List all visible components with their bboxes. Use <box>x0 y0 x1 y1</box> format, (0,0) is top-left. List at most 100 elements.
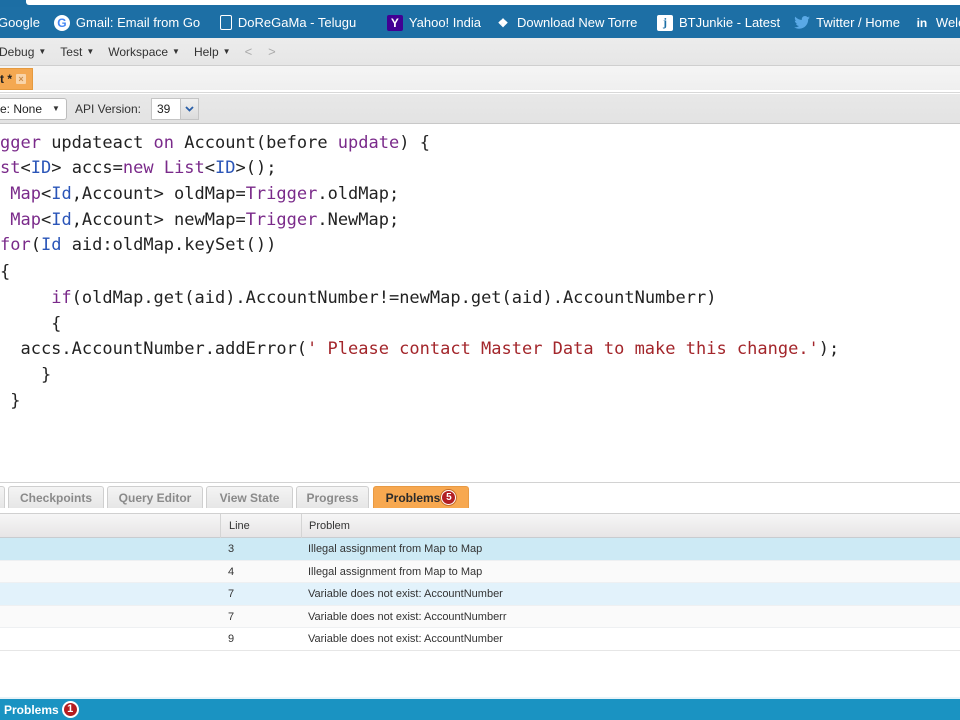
code-keyword: if <box>51 288 72 308</box>
bookmark-label: Yahoo! India <box>408 15 481 30</box>
cell-problem: Illegal assignment from Map to Map <box>308 543 483 555</box>
code-keyword: on <box>153 133 185 153</box>
bookmark-google[interactable]: Google <box>0 15 40 30</box>
code-text: accs.AccountNumber.addError( <box>0 339 308 359</box>
code-text: { <box>0 262 11 282</box>
column-header-problem[interactable]: Problem <box>301 514 350 538</box>
code-line[interactable]: accs.AccountNumber.addError(' Please con… <box>0 336 839 362</box>
menu-bar: Debug ▼ Test ▼ Workspace ▼ Help ▼ < > <box>0 38 960 66</box>
code-keyword: List <box>163 158 205 178</box>
code-line[interactable]: { <box>0 311 61 337</box>
browser-address-strip <box>0 0 960 7</box>
menu-label: Workspace <box>108 44 169 59</box>
code-keyword: update <box>337 133 400 153</box>
tab-problems[interactable]: Problems 5 <box>373 486 469 508</box>
code-line[interactable]: for(Id aid:oldMap.keySet()) <box>0 232 276 258</box>
cell-problem: Variable does not exist: AccountNumber <box>308 633 503 645</box>
code-line[interactable]: } <box>0 362 51 388</box>
code-line[interactable]: } <box>0 388 20 414</box>
back-arrow-icon[interactable]: < <box>245 44 253 59</box>
cell-line: 7 <box>228 610 235 623</box>
table-row[interactable]: 4 Illegal assignment from Map to Map <box>0 560 960 583</box>
tab-checkpoints[interactable]: Checkpoints <box>8 486 104 508</box>
code-text: > accs= <box>51 158 123 178</box>
btjunkie-icon: j <box>656 14 673 31</box>
bookmark-label: BTJunkie - Latest <box>678 15 781 30</box>
address-bar[interactable] <box>26 0 960 5</box>
code-string: ' Please contact Master Data to make thi… <box>307 339 819 359</box>
caret-down-icon: ▼ <box>222 47 231 56</box>
code-line[interactable]: if(oldMap.get(aid).AccountNumber!=newMap… <box>0 285 716 311</box>
bookmark-doregama[interactable]: DoReGaMa - Telugu <box>219 15 373 30</box>
tab-label: Progress <box>306 490 359 505</box>
tab-query-editor[interactable]: Query Editor <box>107 486 203 508</box>
tab-partial[interactable] <box>0 486 5 508</box>
code-keyword: gger <box>0 133 52 153</box>
table-row[interactable]: 9 Variable does not exist: AccountNumber <box>0 628 960 651</box>
chevron-down-icon[interactable] <box>180 98 198 119</box>
code-type: ID <box>30 158 52 178</box>
code-keyword: Map <box>0 184 41 204</box>
tab-progress[interactable]: Progress <box>296 486 369 508</box>
bookmark-twitter[interactable]: Twitter / Home <box>794 15 900 31</box>
code-line[interactable]: Map<Id,Account> oldMap=Trigger.oldMap; <box>0 181 399 207</box>
code-text: ); <box>818 339 840 359</box>
cell-line: 4 <box>228 565 235 578</box>
menu-label: Help <box>193 44 219 59</box>
status-bar: Problems 1 <box>0 697 960 720</box>
code-line[interactable]: gger updateact on Account(before update)… <box>0 130 430 156</box>
menu-debug[interactable]: Debug ▼ <box>0 45 46 59</box>
table-row[interactable]: 7 Variable does not exist: AccountNumber <box>0 583 960 606</box>
cell-problem: Variable does not exist: AccountNumberr <box>308 610 507 623</box>
panel-tabs: Checkpoints Query Editor View State Prog… <box>0 482 960 508</box>
bookmark-linkedin[interactable]: in Welcom <box>914 15 960 31</box>
code-text: } <box>0 391 21 411</box>
bookmark-label: DoReGaMa - Telugu <box>237 15 357 30</box>
api-version-value: 39 <box>157 101 171 116</box>
tab-label: Query Editor <box>118 490 192 505</box>
menu-help[interactable]: Help ▼ <box>194 45 231 59</box>
bookmark-label: Download New Torre <box>516 15 638 30</box>
menu-label: Test <box>60 44 83 59</box>
yahoo-icon: Y <box>386 14 403 31</box>
table-row[interactable]: 3 Illegal assignment from Map to Map <box>0 538 960 561</box>
code-line[interactable]: st<ID> accs=new List<ID>(); <box>0 155 276 181</box>
status-problems-link[interactable]: Problems <box>4 703 59 717</box>
forward-arrow-icon[interactable]: > <box>268 44 276 59</box>
page-icon <box>219 15 232 30</box>
table-row[interactable]: 7 Variable does not exist: AccountNumber… <box>0 605 960 628</box>
log-level-select[interactable]: e: None ▼ <box>0 97 67 120</box>
caret-down-icon: ▼ <box>38 47 47 56</box>
code-keyword: Map <box>0 210 41 230</box>
file-tab-updateact[interactable]: t * × <box>0 68 33 90</box>
code-text: < <box>40 184 52 204</box>
code-line[interactable]: Map<Id,Account> newMap=Trigger.NewMap; <box>0 207 399 233</box>
code-text: .oldMap; <box>317 184 400 204</box>
code-line[interactable]: { <box>0 259 10 285</box>
bookmark-gmail[interactable]: G Gmail: Email from Go <box>53 14 206 31</box>
code-text: Account(before <box>184 133 338 153</box>
bookmark-yahoo[interactable]: Y Yahoo! India <box>386 14 481 31</box>
code-type: Id <box>51 184 72 204</box>
column-header-line[interactable]: Line <box>220 514 301 538</box>
bookmark-btjunkie[interactable]: j BTJunkie - Latest <box>656 14 781 31</box>
menu-workspace[interactable]: Workspace ▼ <box>108 45 180 59</box>
tab-view-state[interactable]: View State <box>206 486 293 508</box>
code-text: ,Account> newMap= <box>71 210 246 230</box>
code-type: Id <box>51 210 72 230</box>
menu-test[interactable]: Test ▼ <box>60 45 94 59</box>
bookmark-torrent[interactable]: ❖ Download New Torre <box>495 15 643 31</box>
tab-label: Checkpoints <box>19 490 92 505</box>
torrent-icon: ❖ <box>497 15 509 30</box>
code-text: (oldMap.get(aid).AccountNumber!=newMap.g… <box>71 288 717 308</box>
file-tab-row: t * × <box>0 66 960 92</box>
problems-grid: Line Problem 3 Illegal assignment from M… <box>0 513 960 651</box>
bookmark-label: Welcom <box>935 15 960 30</box>
bookmarks-bar: Google G Gmail: Email from Go DoReGaMa -… <box>0 7 960 38</box>
code-editor[interactable]: gger updateact on Account(before update)… <box>0 125 960 480</box>
code-text: < <box>20 158 31 178</box>
close-icon[interactable]: × <box>16 74 26 84</box>
api-version-select[interactable]: 39 <box>151 97 199 120</box>
google-g-icon: G <box>53 14 70 31</box>
